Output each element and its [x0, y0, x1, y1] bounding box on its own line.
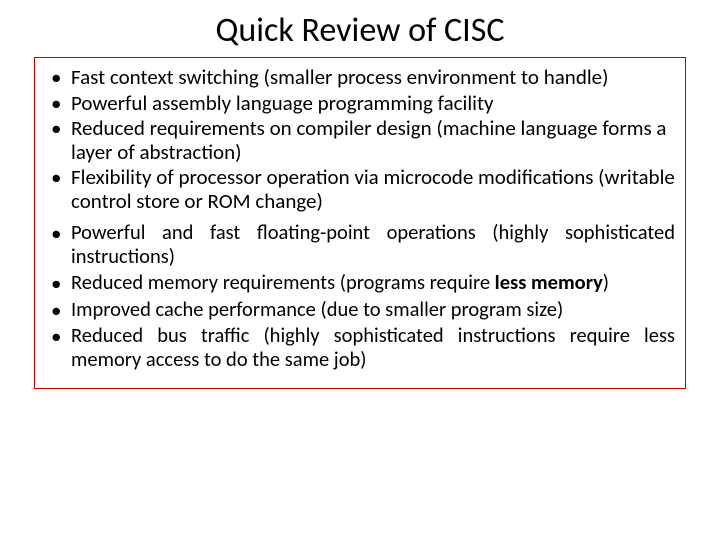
- slide: Quick Review of CISC Fast context switch…: [0, 10, 720, 550]
- list-item: Improved cache performance (due to small…: [45, 298, 675, 322]
- text: Reduced bus traffic (highly sophisticate…: [71, 322, 675, 372]
- text: ): [603, 269, 609, 295]
- text: Reduced memory requirements (programs re…: [71, 269, 495, 295]
- bold-text: less memory: [495, 269, 603, 295]
- list-item: Powerful assembly language programming f…: [45, 92, 675, 116]
- list-item: Powerful and fast floating-point operati…: [45, 221, 675, 268]
- content-box: Fast context switching (smaller process …: [34, 57, 686, 389]
- list-item: Reduced requirements on compiler design …: [45, 117, 675, 164]
- slide-title: Quick Review of CISC: [0, 10, 720, 51]
- list-item: Reduced memory requirements (programs re…: [45, 271, 675, 295]
- list-item: Fast context switching (smaller process …: [45, 66, 675, 90]
- text: Improved cache performance (due to small…: [71, 296, 563, 322]
- text: Powerful and fast floating-point operati…: [71, 219, 675, 269]
- bullet-group-b: Powerful and fast floating-point operati…: [45, 221, 675, 371]
- bullet-group-a: Fast context switching (smaller process …: [45, 66, 675, 213]
- list-item: Flexibility of processor operation via m…: [45, 166, 675, 213]
- list-item: Reduced bus traffic (highly sophisticate…: [45, 324, 675, 371]
